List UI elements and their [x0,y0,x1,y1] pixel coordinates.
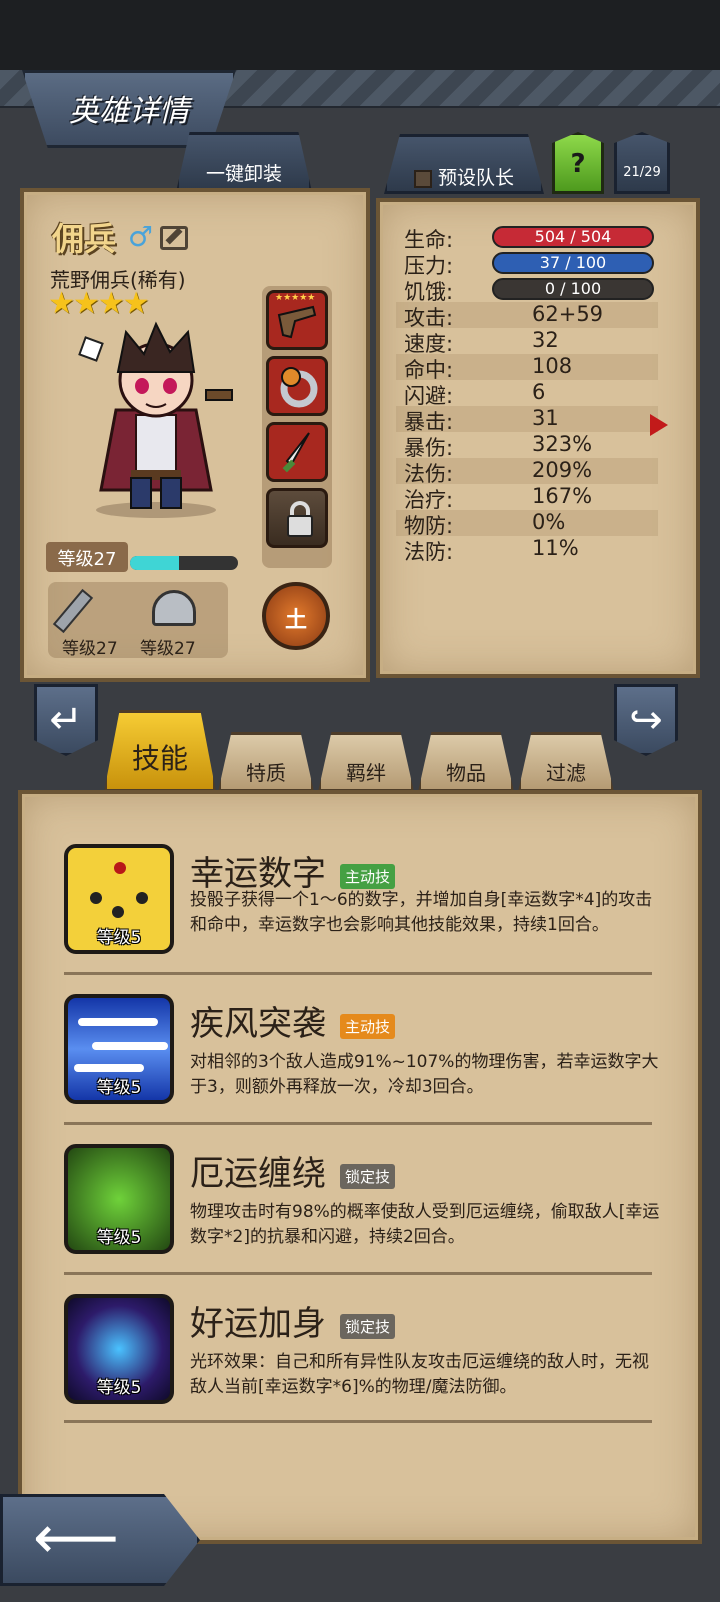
stat-row-phys-def: 物防: 0% [396,510,658,538]
hunger-bar: 0 / 100 [492,278,654,300]
skill-description: 光环效果：自己和所有异性队友攻击厄运缠绕的敌人时，无视敌人当前[幸运数字*6]%… [190,1352,649,1397]
skill-level: 等级5 [96,928,142,948]
preset-captain-toggle[interactable]: 预设队长 [384,134,544,194]
stat-row-magic-def: 法防: 11% [396,536,658,564]
wind-streak [92,1042,168,1050]
stat-row-attack: 攻击: 62+59 [396,302,658,330]
wind-streak [74,1064,144,1072]
skill-description: 投骰子获得一个1～6的数字，并增加自身[幸运数字*4]的攻击和命中，幸运数字也会… [190,890,653,935]
good-luck-aura-skill-icon[interactable]: 等级5 [64,1294,174,1404]
locked-slot[interactable] [266,488,328,548]
dagger-icon [282,432,310,473]
skill-description: 物理攻击时有98%的概率使敌人受到厄运缠绕，偷取敌人[幸运数字*2]的抗暴和闪避… [190,1202,660,1247]
stat-value: 11% [532,536,579,560]
stat-value: 32 [532,328,559,352]
tab-traits[interactable]: 特质 [218,732,314,792]
more-stats-arrow-icon[interactable] [650,414,668,436]
stat-value: 6 [532,380,546,404]
stat-value: 31 [532,406,559,430]
stat-row-magic-damage: 法伤: 209% [396,458,658,486]
back-button[interactable]: ⟵ [0,1494,200,1586]
next-hero-button[interactable]: ↪ [614,684,678,756]
armor-level: 等级27 [140,639,196,659]
xp-bar-fill [130,556,179,570]
stat-value: 323% [532,432,593,456]
stat-value: 62+59 [532,302,604,326]
skill-tag: 锁定技 [340,1314,396,1339]
stat-row-accuracy: 命中: 108 [396,354,658,382]
divider [64,1420,652,1423]
help-button[interactable]: ? [552,132,604,194]
misfortune-entangle-skill-icon[interactable]: 等级5 [64,1144,174,1254]
dice-dot [90,892,102,904]
hero-level-badge: 等级27 [46,542,128,572]
tab-filter[interactable]: 过滤 [518,732,614,792]
stat-row-heal: 治疗: 167% [396,484,658,512]
stress-bar: 37 / 100 [492,252,654,274]
stat-row-crit: 暴击: 31 [396,406,658,434]
unequip-all-button[interactable]: 一键卸装 [176,132,312,192]
skill-name: 好运加身 [190,1304,326,1344]
lock-icon [287,515,313,537]
hero-portrait[interactable] [66,320,246,520]
tab-skills[interactable]: 技能 [104,710,216,792]
stat-row-hp: 生命: 504 / 504 [396,224,658,252]
item-stars: ★★★★★ [275,293,316,303]
skill-tag: 主动技 [340,864,396,889]
hp-bar: 504 / 504 [492,226,654,248]
male-gender-icon: ♂ [128,220,154,253]
stat-row-hunger: 饥饿: 0 / 100 [396,276,658,304]
stat-value: 209% [532,458,593,482]
stat-row-dodge: 闪避: 6 [396,380,658,408]
skill-name: 疾风突袭 [190,1004,326,1044]
equipment-column: ★★★★★ [262,286,332,568]
skill-tag: 主动技 [340,1014,396,1039]
status-bar [0,0,720,70]
divider [64,1122,652,1125]
ring-icon [280,367,318,408]
page-title: 英雄详情 [69,94,189,129]
xp-bar [130,556,238,570]
skill-level: 等级5 [96,1378,142,1398]
stat-value: 0% [532,510,566,534]
ring-item-slot[interactable] [266,356,328,416]
preset-captain-label: 预设队长 [437,167,514,189]
stat-row-crit-damage: 暴伤: 323% [396,432,658,460]
divider [64,1272,652,1275]
skill-level: 等级5 [96,1228,142,1248]
stat-label: 法防: [404,540,454,564]
skill-tag: 锁定技 [340,1164,396,1189]
pistol-item-slot[interactable]: ★★★★★ [266,290,328,350]
tab-items[interactable]: 物品 [418,732,514,792]
dice-dot [112,906,124,918]
dagger-item-slot[interactable] [266,422,328,482]
weapon-level: 等级27 [62,639,118,659]
prev-hero-button[interactable]: ↵ [34,684,98,756]
element-earth-icon[interactable]: 土 [262,582,330,650]
stat-value: 167% [532,484,593,508]
divider [64,972,652,975]
gale-strike-skill-icon[interactable]: 等级5 [64,994,174,1104]
skill-description: 对相邻的3个敌人造成91%~107%的物理伤害，若幸运数字大于3，则额外再释放一… [190,1052,659,1097]
stat-row-stress: 压力: 37 / 100 [396,250,658,278]
tab-bonds[interactable]: 羁绊 [318,732,414,792]
gear-box: 等级27 等级27 [48,582,228,659]
stat-value: 108 [532,354,573,378]
lucky-number-skill-icon[interactable]: 等级5 [64,844,174,954]
hero-name: 佣兵 [52,220,117,258]
dice-dot [114,862,126,874]
skill-name: 厄运缠绕 [190,1154,326,1194]
edit-name-icon[interactable] [160,226,188,250]
wind-streak [78,1018,158,1026]
star-rating: ★★★★ [48,286,150,321]
stat-row-speed: 速度: 32 [396,328,658,356]
dice-dot [136,892,148,904]
sword-icon[interactable] [52,588,94,634]
checkbox[interactable] [413,169,432,188]
skill-level: 等级5 [96,1078,142,1098]
hero-count-button[interactable]: 21/29 [614,132,670,194]
helmet-icon[interactable] [152,590,196,626]
